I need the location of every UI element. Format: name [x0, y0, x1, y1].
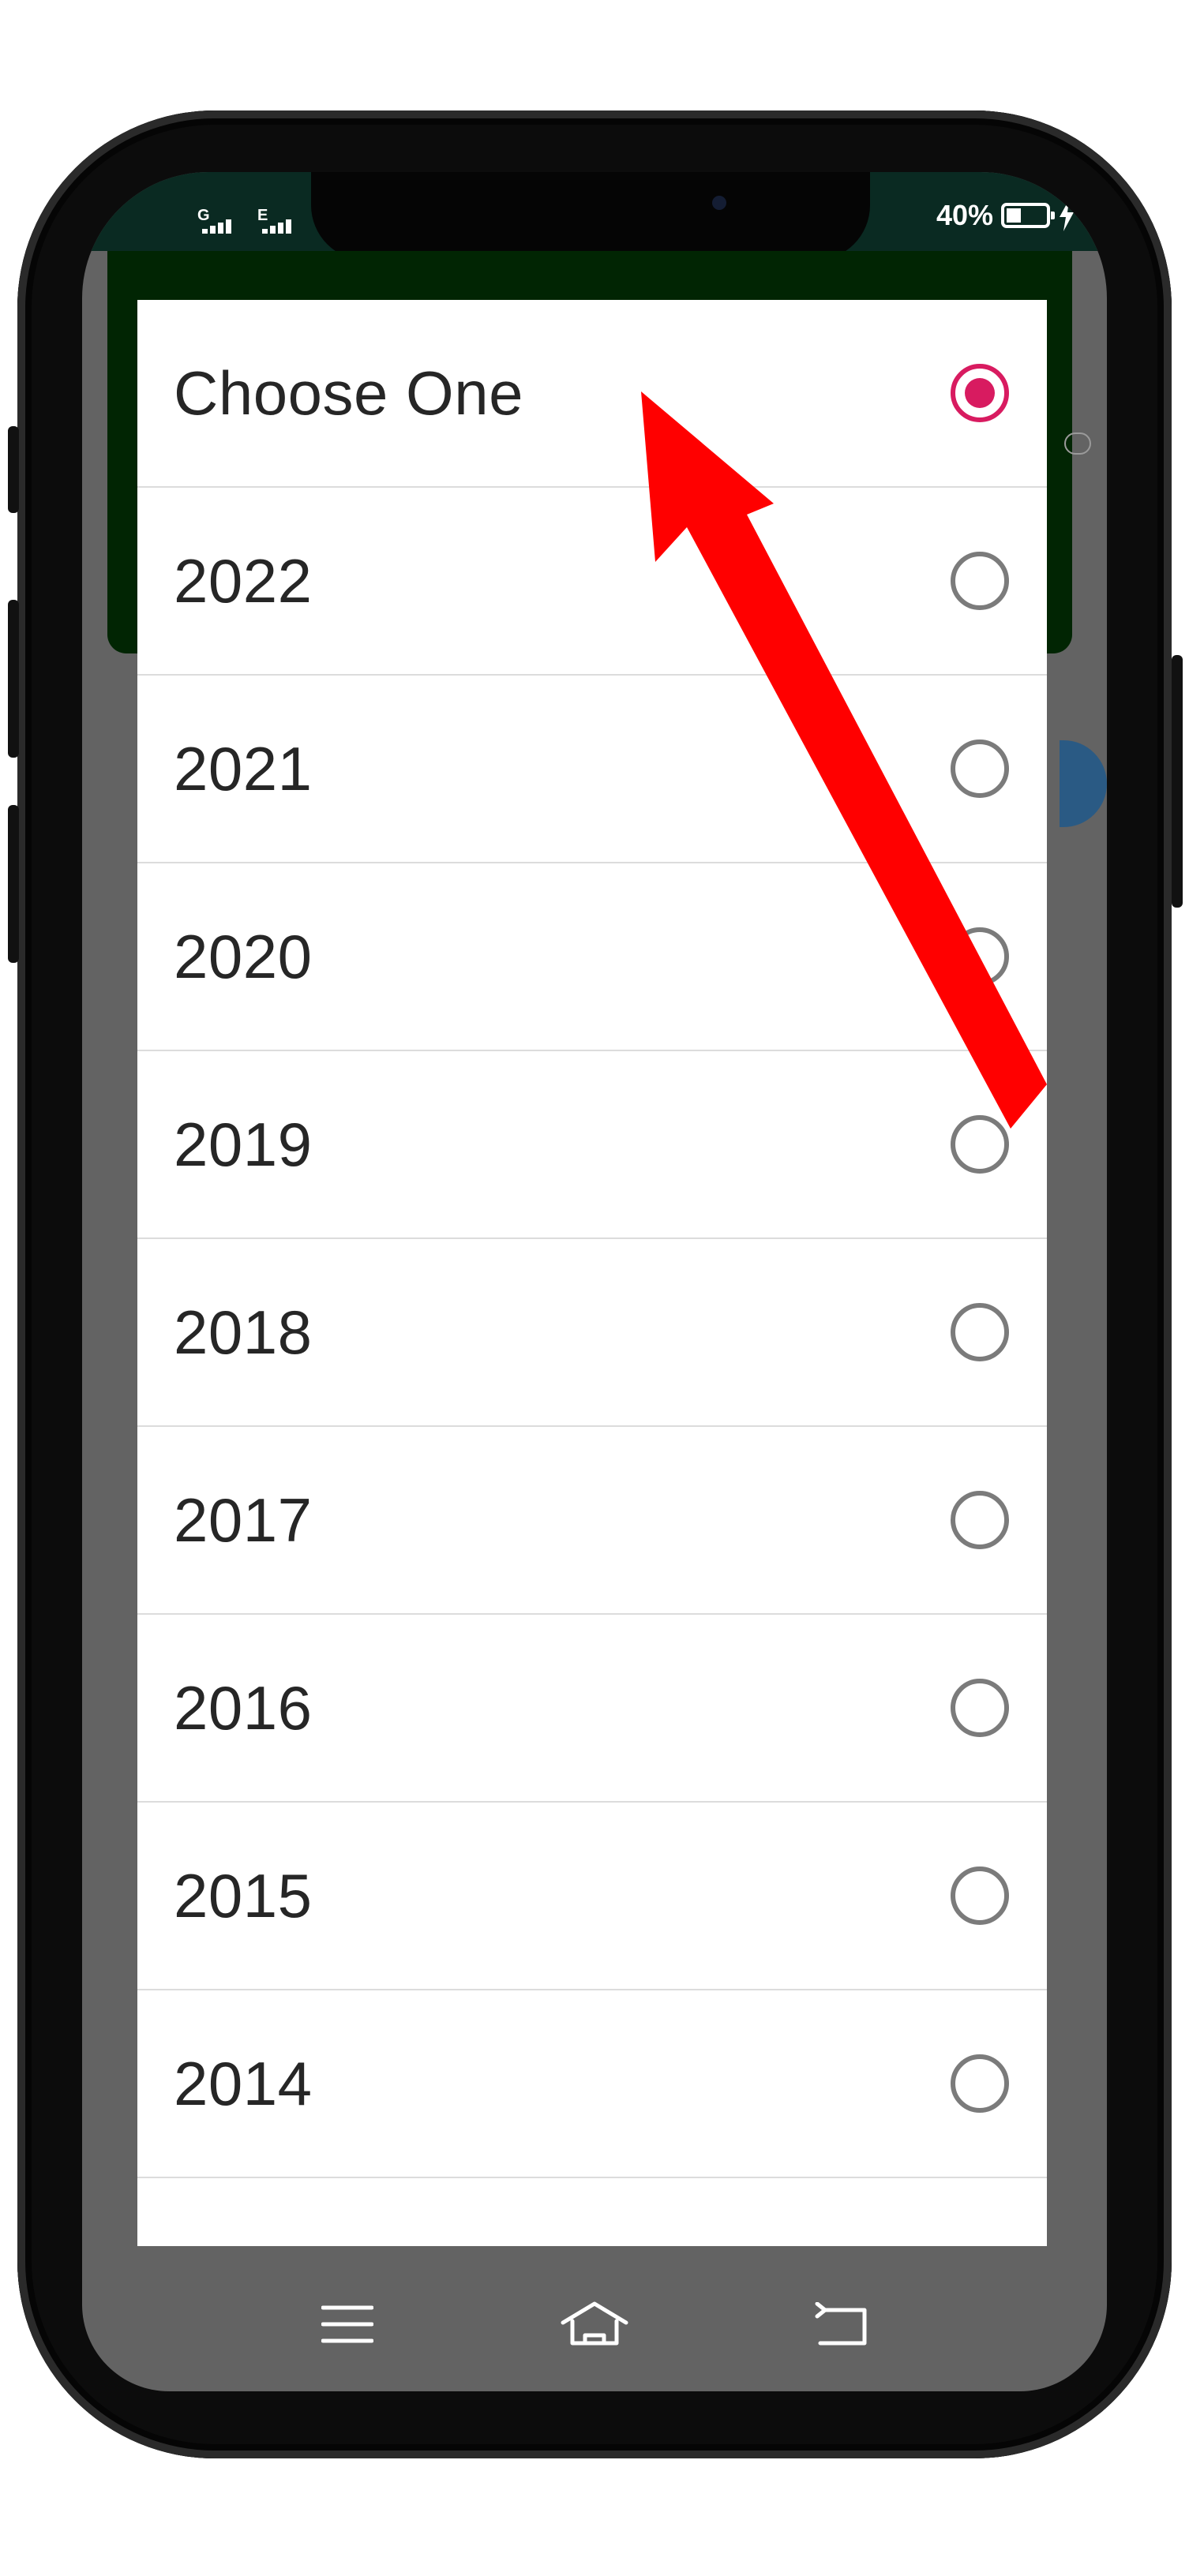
option-label: 2021 — [174, 733, 313, 803]
option-label: 2016 — [174, 1672, 313, 1743]
option-label: 2019 — [174, 1109, 313, 1179]
navigation-bar — [82, 2257, 1107, 2391]
option-item[interactable]: 2014 — [137, 1990, 1047, 2178]
year-picker-dialog: Choose One 2022 2021 2020 2019 2018 2017 2016 20… — [137, 300, 1047, 2246]
back-button[interactable] — [798, 2285, 885, 2364]
radio-button[interactable] — [951, 552, 1009, 610]
option-item[interactable]: 2019 — [137, 1051, 1047, 1239]
option-item[interactable]: 2022 — [137, 488, 1047, 676]
home-icon — [561, 2301, 628, 2346]
radio-button[interactable] — [951, 2054, 1009, 2113]
option-item[interactable]: Choose One — [137, 300, 1047, 488]
option-item[interactable]: 2018 — [137, 1239, 1047, 1427]
status-right-group: 40% — [936, 197, 1075, 234]
option-label: 2015 — [174, 1860, 313, 1930]
radio-button[interactable] — [951, 927, 1009, 986]
option-label: 2022 — [174, 545, 313, 616]
option-label: 2017 — [174, 1485, 313, 1555]
phone-volume-down-button — [8, 805, 19, 963]
option-label: Choose One — [174, 358, 523, 428]
option-label: 2020 — [174, 921, 313, 991]
option-item[interactable]: 2020 — [137, 863, 1047, 1051]
battery-percent: 40% — [936, 199, 993, 231]
home-button[interactable] — [551, 2285, 638, 2364]
background-bird-icon — [1060, 740, 1107, 827]
radio-button[interactable] — [951, 1866, 1009, 1925]
radio-button[interactable] — [951, 1679, 1009, 1737]
battery-icon — [1001, 203, 1055, 228]
front-camera — [712, 196, 726, 210]
phone-power-button — [1172, 655, 1183, 908]
background-toggle-icon — [1064, 432, 1091, 455]
phone-volume-up-button — [8, 600, 19, 758]
option-item[interactable]: 2021 — [137, 676, 1047, 863]
option-label: 2018 — [174, 1297, 313, 1367]
option-label: 2014 — [174, 2048, 313, 2118]
phone-side-button — [8, 426, 19, 513]
option-item[interactable]: 2015 — [137, 1803, 1047, 1990]
radio-button[interactable] — [951, 1115, 1009, 1174]
charging-bolt-icon — [1060, 200, 1074, 231]
radio-button[interactable] — [951, 1491, 1009, 1549]
menu-icon — [321, 2305, 374, 2343]
phone-screen: G E 40% Choose One 2022 2021 2020 2019 2018 20… — [82, 172, 1107, 2391]
menu-button[interactable] — [304, 2285, 391, 2364]
radio-button[interactable] — [951, 1303, 1009, 1361]
radio-button-checked[interactable] — [951, 364, 1009, 422]
option-item[interactable]: 2016 — [137, 1615, 1047, 1803]
signal-bars-icon — [202, 219, 231, 234]
back-icon — [815, 2302, 867, 2346]
radio-button[interactable] — [951, 739, 1009, 798]
signal-bars-icon — [262, 219, 291, 234]
camera-notch — [311, 172, 870, 260]
option-item[interactable]: 2017 — [137, 1427, 1047, 1615]
